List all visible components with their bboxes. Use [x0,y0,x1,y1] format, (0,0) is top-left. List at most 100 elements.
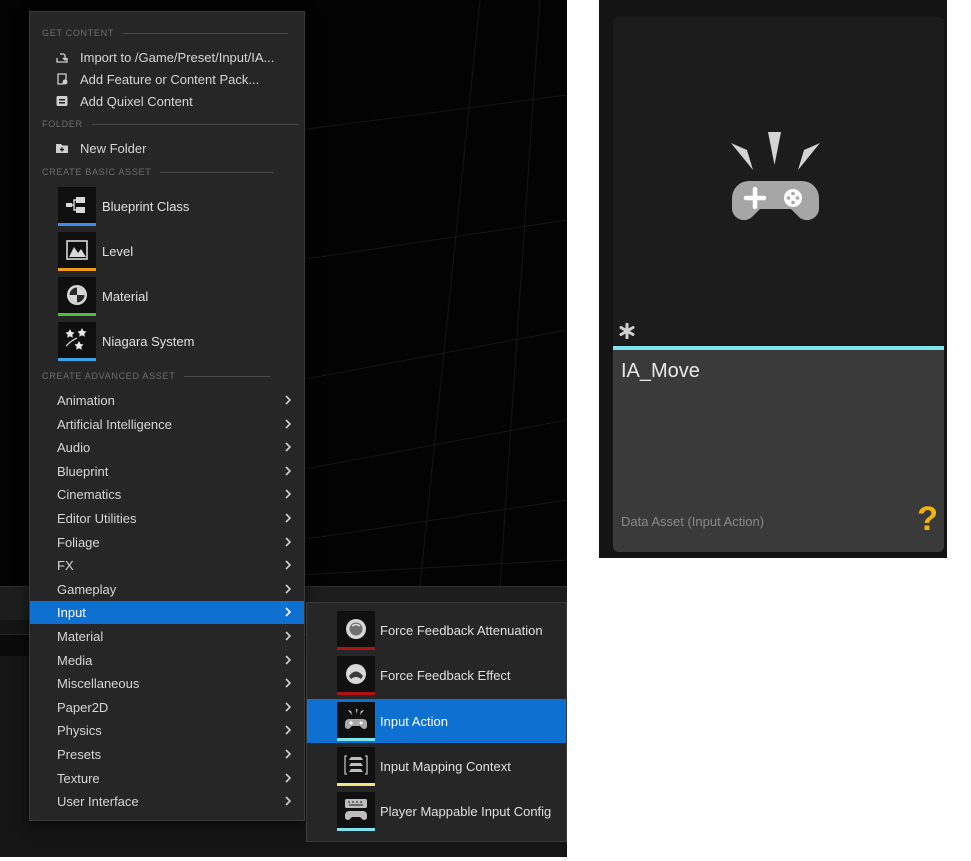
category-animation[interactable]: Animation [30,389,304,412]
category-media[interactable]: Media [30,649,304,672]
niagara-system-menu-item[interactable]: Niagara System [58,321,194,361]
input-mapping-context-color-bar [337,783,375,786]
help-icon[interactable]: ? [917,502,938,536]
input-action-label: Input Action [380,713,448,729]
category-label: Paper2D [57,700,109,715]
category-cinematics[interactable]: Cinematics [30,483,304,506]
asset-info: IA_Move Data Asset (Input Action) ? [613,350,944,552]
section-create-advanced-asset: CREATE ADVANCED ASSET [42,369,272,383]
input-mapping-context-icon [343,752,369,781]
niagara-system-color-bar [58,358,96,361]
player-mappable-input-config-icon [342,797,370,826]
force-feedback-effect-color-bar [337,692,375,695]
category-audio[interactable]: Audio [30,436,304,459]
category-editor-utilities[interactable]: Editor Utilities [30,507,304,530]
blueprint-class-color-bar [58,223,96,226]
level-thumbnail [58,232,96,271]
material-color-bar [58,313,96,316]
gamepad-input-action-icon [731,132,820,221]
input-mapping-context-menu-item[interactable]: Input Mapping Context [307,744,566,788]
chevron-right-icon [285,773,292,783]
category-user-interface[interactable]: User Interface [30,790,304,813]
category-blueprint[interactable]: Blueprint [30,460,304,483]
player-mappable-input-config-label: Player Mappable Input Config [380,803,552,819]
chevron-right-icon [285,678,292,688]
section-create-basic-asset: CREATE BASIC ASSET [42,165,275,179]
category-paper2d[interactable]: Paper2D [30,696,304,719]
material-thumbnail [58,277,96,316]
category-gameplay[interactable]: Gameplay [30,578,304,601]
niagara-system-thumbnail [58,322,96,361]
new-folder-icon [54,141,69,156]
input-mapping-context-thumbnail [337,747,375,786]
import-icon [54,50,69,65]
category-fx[interactable]: FX [30,554,304,577]
player-mappable-input-config-menu-item[interactable]: Player Mappable Input Config [307,789,566,833]
section-folder: FOLDER [42,117,299,131]
section-label: GET CONTENT [42,28,115,38]
blueprint-class-menu-item[interactable]: Blueprint Class [58,186,189,226]
force-feedback-attenuation-menu-item[interactable]: Force Feedback Attenuation [307,608,566,652]
category-label: Material [57,629,104,644]
category-label: Foliage [57,535,100,550]
category-texture[interactable]: Texture [30,767,304,790]
asset-type: Data Asset (Input Action) [621,514,765,529]
category-foliage[interactable]: Foliage [30,531,304,554]
asset-preview-panel: IA_Move Data Asset (Input Action) ? [599,0,947,558]
chevron-right-icon [285,584,292,594]
asterisk-icon [619,323,635,339]
section-label: FOLDER [42,119,83,129]
level-menu-item[interactable]: Level [58,231,133,271]
chevron-right-icon [285,560,292,570]
chevron-right-icon [285,702,292,712]
import-menu-item[interactable]: Import to /Game/Preset/Input/IA... [54,46,274,68]
level-icon [65,239,89,264]
chevron-right-icon [285,796,292,806]
category-material[interactable]: Material [30,625,304,648]
chevron-right-icon [285,466,292,476]
category-label: User Interface [57,794,139,809]
blueprint-class-thumbnail [58,187,96,226]
section-label: CREATE BASIC ASSET [42,167,152,177]
quixel-icon [54,94,69,109]
input-action-menu-item[interactable]: Input Action [307,699,566,743]
material-label: Material [102,288,149,304]
section-label: CREATE ADVANCED ASSET [42,371,176,381]
input-action-thumbnail [337,702,375,741]
input-action-icon [343,707,369,736]
category-label: Editor Utilities [57,511,137,526]
force-feedback-attenuation-label: Force Feedback Attenuation [380,622,543,638]
add-feature-pack-menu-item[interactable]: Add Feature or Content Pack... [54,68,259,90]
force-feedback-effect-label: Force Feedback Effect [380,667,511,683]
chevron-right-icon [285,395,292,405]
add-asset-context-menu: GET CONTENT Import to /Game/Preset/Input… [29,11,305,821]
niagara-system-icon [63,326,91,357]
asset-tile[interactable]: IA_Move Data Asset (Input Action) ? [613,17,944,552]
section-get-content: GET CONTENT [42,26,289,40]
chevron-right-icon [285,442,292,452]
asset-name: IA_Move [621,360,700,382]
category-label: Blueprint [57,464,109,479]
feature-pack-icon [54,72,69,87]
section-divider [123,32,289,34]
category-artificial-intelligence[interactable]: Artificial Intelligence [30,413,304,436]
niagara-system-label: Niagara System [102,333,195,349]
chevron-right-icon [285,749,292,759]
force-feedback-effect-menu-item[interactable]: Force Feedback Effect [307,653,566,697]
player-mappable-input-config-thumbnail [337,792,375,831]
chevron-right-icon [285,513,292,523]
chevron-right-icon [285,655,292,665]
new-folder-menu-item[interactable]: New Folder [54,137,146,159]
category-presets[interactable]: Presets [30,743,304,766]
category-input[interactable]: Input [30,601,304,624]
category-physics[interactable]: Physics [30,719,304,742]
category-miscellaneous[interactable]: Miscellaneous [30,672,304,695]
input-submenu: Force Feedback Attenuation Force Feedbac… [306,602,567,842]
force-feedback-attenuation-thumbnail [337,611,375,650]
material-menu-item[interactable]: Material [58,276,148,316]
category-label: Audio [57,440,91,455]
category-label: Miscellaneous [57,676,140,691]
category-label: Input [57,605,86,620]
blueprint-class-icon [64,195,90,218]
add-quixel-content-menu-item[interactable]: Add Quixel Content [54,90,193,112]
